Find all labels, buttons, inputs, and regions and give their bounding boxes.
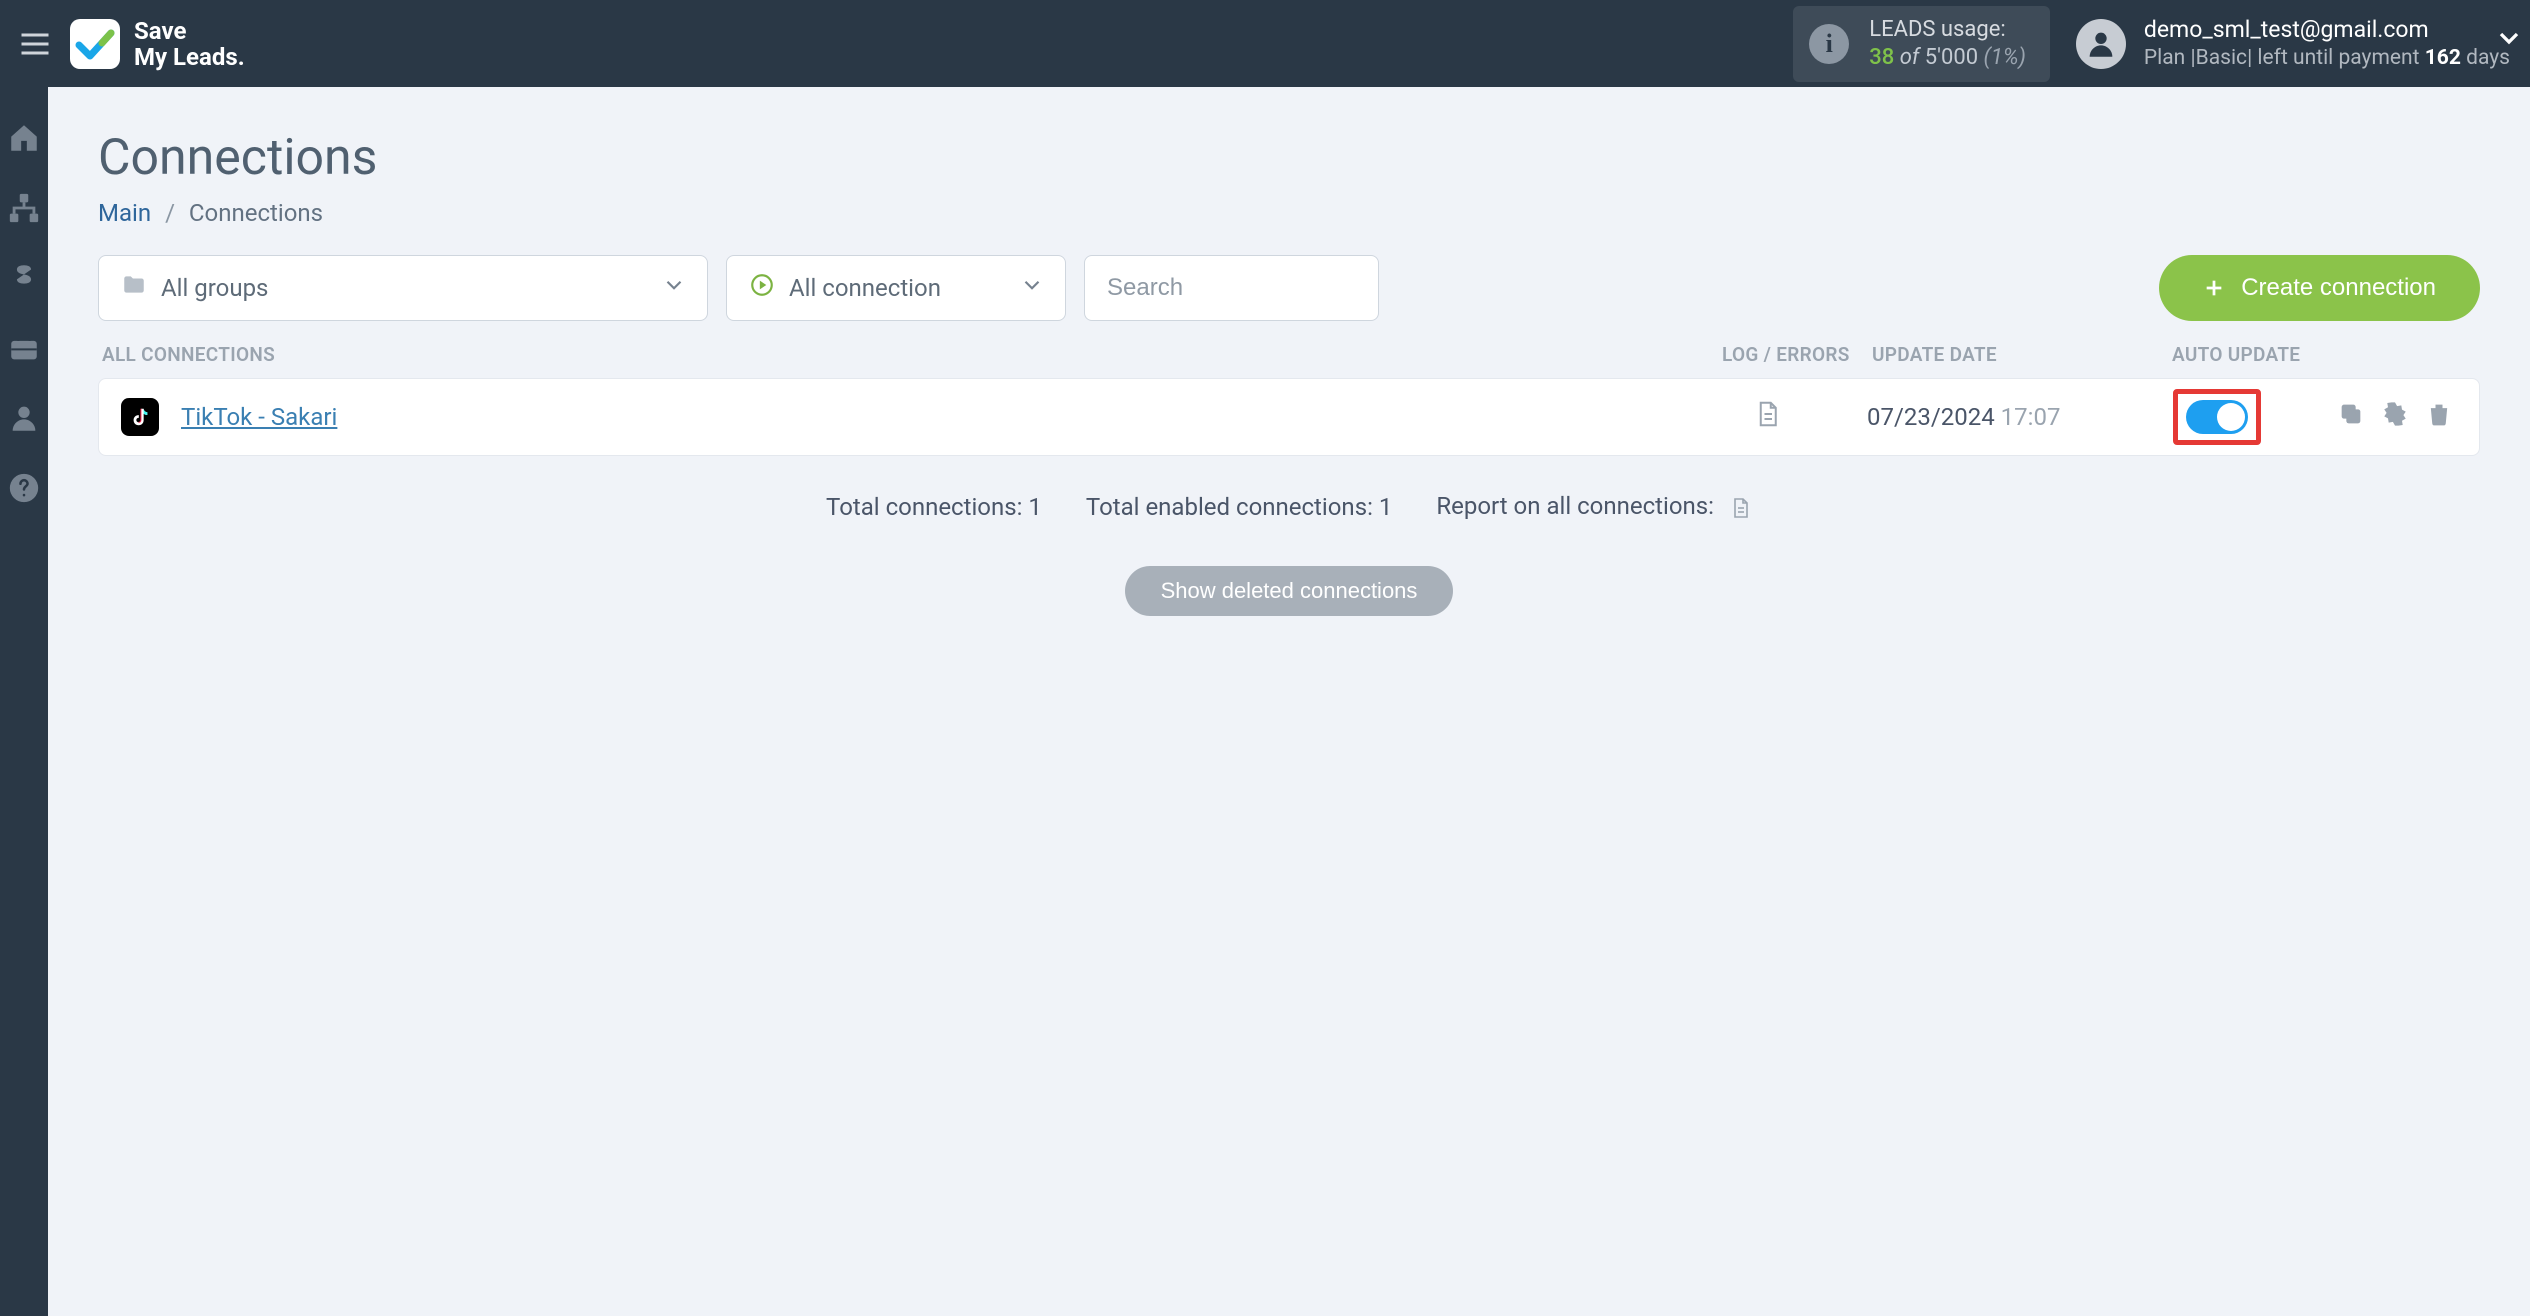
logo-icon (70, 19, 120, 69)
filter-row: All groups All connection Create connect… (98, 255, 2480, 321)
chevron-down-icon (1019, 272, 1045, 304)
sidebar-item-connections[interactable] (3, 187, 45, 229)
menu-toggle-button[interactable] (0, 0, 70, 87)
column-header-log: LOG / ERRORS (1722, 343, 1872, 366)
plus-icon (2203, 277, 2225, 299)
auto-update-highlight (2173, 389, 2261, 445)
column-header-date: UPDATE DATE (1872, 343, 2172, 366)
table-header: ALL CONNECTIONS LOG / ERRORS UPDATE DATE… (98, 343, 2480, 378)
leads-usage-text: LEADS usage: 38 of 5'000 (1%) (1869, 16, 2026, 72)
create-connection-button[interactable]: Create connection (2159, 255, 2480, 321)
chevron-down-icon (661, 272, 687, 304)
search-box[interactable] (1084, 255, 1379, 321)
column-header-name: ALL CONNECTIONS (102, 343, 1722, 366)
sidebar-item-tools[interactable] (3, 327, 45, 369)
search-input[interactable] (1107, 274, 1356, 302)
status-select[interactable]: All connection (726, 255, 1066, 321)
app-header: Save My Leads. i LEADS usage: 38 of 5'00… (0, 0, 2530, 87)
user-avatar-icon (2076, 19, 2126, 69)
dollar-icon (7, 261, 41, 295)
summary-row: Total connections: 1 Total enabled conne… (98, 492, 2480, 522)
sitemap-icon (7, 191, 41, 225)
briefcase-icon (7, 331, 41, 365)
play-circle-icon (749, 272, 775, 304)
connection-row: TikTok - Sakari 07/23/2024 17:07 (98, 378, 2480, 456)
auto-update-toggle[interactable] (2186, 400, 2248, 434)
update-date: 07/23/2024 17:07 (1867, 403, 2167, 431)
trash-icon (2425, 400, 2453, 428)
settings-button[interactable] (2381, 400, 2409, 434)
sidebar-item-account[interactable] (3, 397, 45, 439)
page-title: Connections (98, 129, 2480, 187)
sidebar-item-billing[interactable] (3, 257, 45, 299)
chevron-down-icon (2493, 22, 2525, 54)
gear-icon (2381, 400, 2409, 428)
sidebar-item-help[interactable] (3, 467, 45, 509)
question-icon (7, 471, 41, 505)
groups-select[interactable]: All groups (98, 255, 708, 321)
copy-icon (2337, 400, 2365, 428)
breadcrumb-current: Connections (189, 199, 323, 227)
sidebar-item-home[interactable] (3, 117, 45, 159)
brand-text: Save My Leads. (134, 18, 245, 70)
leads-usage-widget[interactable]: i LEADS usage: 38 of 5'000 (1%) (1793, 6, 2050, 82)
hamburger-icon (17, 26, 53, 62)
breadcrumb-main-link[interactable]: Main (98, 199, 151, 227)
document-icon (1720, 492, 1752, 520)
breadcrumb: Main / Connections (98, 199, 2480, 227)
log-button[interactable] (1752, 409, 1782, 437)
folder-icon (121, 272, 147, 304)
copy-button[interactable] (2337, 400, 2365, 434)
account-text: demo_sml_test@gmail.com Plan |Basic| lef… (2144, 16, 2510, 72)
column-header-auto: AUTO UPDATE (2172, 343, 2342, 366)
user-icon (7, 401, 41, 435)
main-content: Connections Main / Connections All group… (48, 87, 2530, 1316)
status-select-label: All connection (789, 274, 941, 302)
tiktok-icon (121, 398, 159, 436)
account-menu[interactable]: demo_sml_test@gmail.com Plan |Basic| lef… (2076, 16, 2510, 72)
sidebar-nav (0, 87, 48, 1316)
toggle-knob (2217, 403, 2245, 431)
groups-select-label: All groups (161, 274, 268, 302)
connection-name-link[interactable]: TikTok - Sakari (181, 403, 337, 431)
create-connection-label: Create connection (2241, 274, 2436, 302)
account-dropdown-chevron[interactable] (2493, 22, 2530, 62)
info-icon: i (1809, 24, 1849, 64)
home-icon (7, 121, 41, 155)
total-connections: Total connections: 1 (826, 493, 1042, 521)
brand-logo[interactable]: Save My Leads. (70, 18, 245, 70)
delete-button[interactable] (2425, 400, 2453, 434)
document-icon (1752, 397, 1782, 431)
report-all[interactable]: Report on all connections: (1436, 492, 1752, 522)
show-deleted-button[interactable]: Show deleted connections (1125, 566, 1454, 616)
total-enabled: Total enabled connections: 1 (1086, 493, 1392, 521)
